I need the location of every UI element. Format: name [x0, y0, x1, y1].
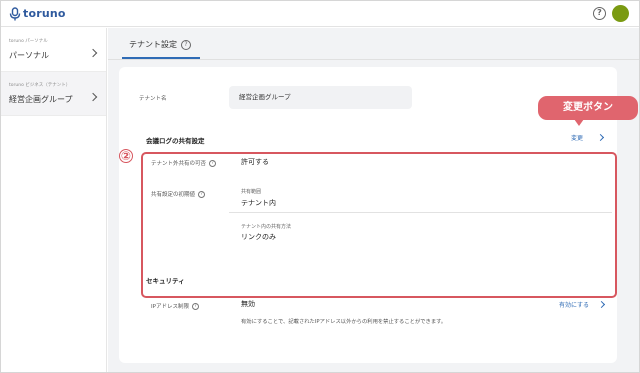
change-button[interactable]: 変更 — [571, 133, 583, 142]
sidebar-caption: toruno パーソナル — [9, 39, 48, 44]
initial-share-label: 共有設定の初期値 ? — [151, 190, 206, 198]
external-share-label: テナント外共有の可否 ? — [151, 159, 217, 167]
app-window: toruno ? toruno パーソナル パーソナル toruno ビジネス（… — [0, 0, 640, 373]
help-icon[interactable]: ? — [209, 159, 217, 167]
logo[interactable]: toruno — [9, 6, 66, 21]
section-title-log-share: 会議ログの共有設定 — [146, 137, 205, 145]
ip-restriction-label-text: IPアドレス制限 — [151, 304, 189, 310]
tab-divider — [108, 59, 639, 60]
chevron-right-icon[interactable] — [596, 133, 605, 142]
enable-ip-restriction-button[interactable]: 有効にする — [559, 300, 589, 309]
initial-share-label-text: 共有設定の初期値 — [151, 192, 196, 198]
external-share-label-text: テナント外共有の可否 — [151, 161, 207, 167]
callout-tail — [574, 119, 584, 126]
share-range-caption: 共有範囲 — [241, 189, 262, 195]
tab-tenant-settings[interactable]: テナント設定 ? — [129, 39, 191, 50]
section-title-security: セキュリティ — [146, 277, 185, 285]
top-bar: toruno ? — [1, 1, 639, 27]
chevron-right-icon[interactable] — [597, 300, 606, 309]
ip-restriction-label: IPアドレス制限 ? — [151, 302, 199, 310]
ip-restriction-value: 無効 — [241, 300, 255, 308]
settings-card: テナント名 経営企画グループ ② 会議ログの共有設定 変更 テナント外共有の可否… — [119, 67, 638, 363]
share-method-caption: テナント内の共有方法 — [241, 224, 292, 230]
share-method-value: リンクのみ — [241, 233, 276, 241]
avatar[interactable] — [612, 5, 629, 22]
tenant-name-field: 経営企画グループ — [229, 86, 412, 109]
help-icon[interactable]: ? — [198, 190, 206, 198]
sidebar-caption: toruno ビジネス（テナント） — [9, 83, 71, 88]
main-content: テナント設定 ? テナント名 経営企画グループ ② 会議ログの共有設定 変更 テ… — [108, 28, 639, 372]
share-range-value: テナント内 — [241, 199, 276, 207]
tab-label: テナント設定 — [129, 40, 177, 49]
sidebar: toruno パーソナル パーソナル toruno ビジネス（テナント） 経営企… — [1, 28, 107, 372]
help-icon[interactable]: ? — [181, 39, 191, 50]
microphone-logo-icon — [9, 6, 21, 20]
logo-text: toruno — [23, 7, 66, 20]
highlight-box — [141, 152, 617, 298]
help-icon[interactable]: ? — [593, 7, 606, 20]
external-share-value: 許可する — [241, 158, 269, 166]
sidebar-item-business[interactable]: toruno ビジネス（テナント） 経営企画グループ — [1, 72, 106, 116]
annotation-number: ② — [119, 149, 133, 163]
ip-restriction-description: 有効にすることで、記載されたIPアドレス以外からの利用を禁止することができます。 — [241, 319, 447, 325]
tenant-name-label: テナント名 — [139, 96, 167, 102]
divider — [229, 212, 612, 213]
callout-change-button: 変更ボタン — [538, 96, 638, 120]
sidebar-item-personal[interactable]: toruno パーソナル パーソナル — [1, 28, 106, 72]
help-icon[interactable]: ? — [191, 302, 199, 310]
